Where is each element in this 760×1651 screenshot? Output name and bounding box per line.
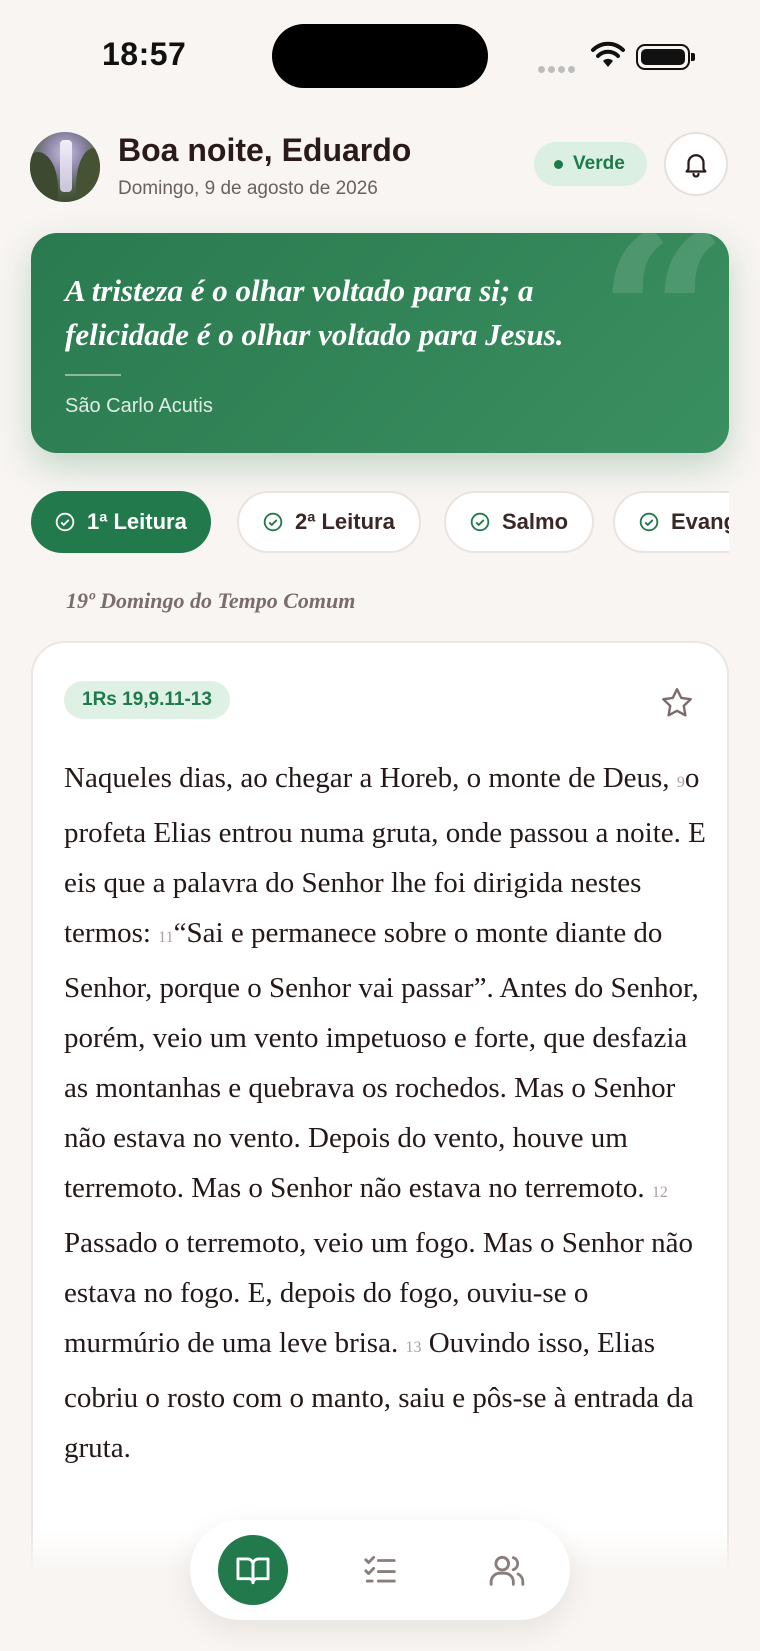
reading-segment: Naqueles dias, ao chegar a Horeb, o mont… <box>64 762 677 794</box>
header: Boa noite, Eduardo Domingo, 9 de agosto … <box>30 130 730 202</box>
verse-number: 12 <box>651 1184 668 1201</box>
tab-second-reading[interactable]: 2ª Leitura <box>237 491 421 553</box>
tab-psalm[interactable]: Salmo <box>444 491 595 553</box>
tab-gospel[interactable]: Evangelho <box>613 491 729 553</box>
nav-community[interactable] <box>472 1535 542 1605</box>
battery-icon <box>636 44 695 70</box>
users-icon <box>489 1555 525 1586</box>
reading-text: Naqueles dias, ao chegar a Horeb, o mont… <box>64 753 710 1473</box>
quote-text: A tristeza é o olhar voltado para si; a … <box>65 273 564 352</box>
reading-card: 1Rs 19,9.11-13 Naqueles dias, ao chegar … <box>31 641 729 1651</box>
reading-segment: “Sai e permanece sobre o monte diante do… <box>64 917 699 1204</box>
bell-icon <box>685 154 707 178</box>
bottom-navigation <box>190 1520 570 1620</box>
quote-author: São Carlo Acutis <box>65 395 213 417</box>
verse-number: 9 <box>676 774 685 791</box>
tab-label: Salmo <box>502 509 569 534</box>
check-circle-icon <box>470 512 490 532</box>
notifications-button[interactable] <box>664 132 728 196</box>
verse-number: 13 <box>405 1339 422 1356</box>
cellular-signal-icon <box>538 60 578 78</box>
check-circle-icon <box>639 512 659 532</box>
verse-number: 11 <box>158 929 174 946</box>
dynamic-island <box>272 24 488 88</box>
greeting: Boa noite, Eduardo <box>118 132 412 168</box>
tab-label: 2ª Leitura <box>295 509 395 534</box>
liturgical-day: 19º Domingo do Tempo Comum <box>66 588 356 613</box>
status-time: 18:57 <box>102 36 187 72</box>
check-circle-icon <box>263 512 283 532</box>
daily-quote-card[interactable]: “ A tristeza é o olhar voltado para si; … <box>31 233 729 453</box>
tab-label: Evangelho <box>671 509 729 534</box>
status-icons <box>538 40 698 73</box>
wifi-icon <box>591 41 625 67</box>
reading-reference[interactable]: 1Rs 19,9.11-13 <box>64 681 230 719</box>
tab-label: 1ª Leitura <box>87 509 187 534</box>
nav-checklist[interactable] <box>345 1535 415 1605</box>
check-circle-icon <box>55 512 75 532</box>
divider <box>65 374 121 376</box>
nav-readings[interactable] <box>218 1535 288 1605</box>
checklist-icon <box>364 1555 396 1583</box>
star-icon[interactable] <box>659 685 695 721</box>
dot-icon <box>554 159 563 169</box>
liturgical-color-badge: Verde <box>534 142 647 186</box>
avatar[interactable] <box>30 132 100 202</box>
tab-first-reading[interactable]: 1ª Leitura <box>31 491 211 553</box>
season-badge-label: Verde <box>573 153 625 174</box>
reading-tabs: 1ª Leitura 2ª Leitura Salmo Evangelho <box>31 491 729 555</box>
status-bar: 18:57 <box>0 0 760 110</box>
open-book-icon <box>236 1557 270 1585</box>
date-label: Domingo, 9 de agosto de 2026 <box>118 178 378 199</box>
